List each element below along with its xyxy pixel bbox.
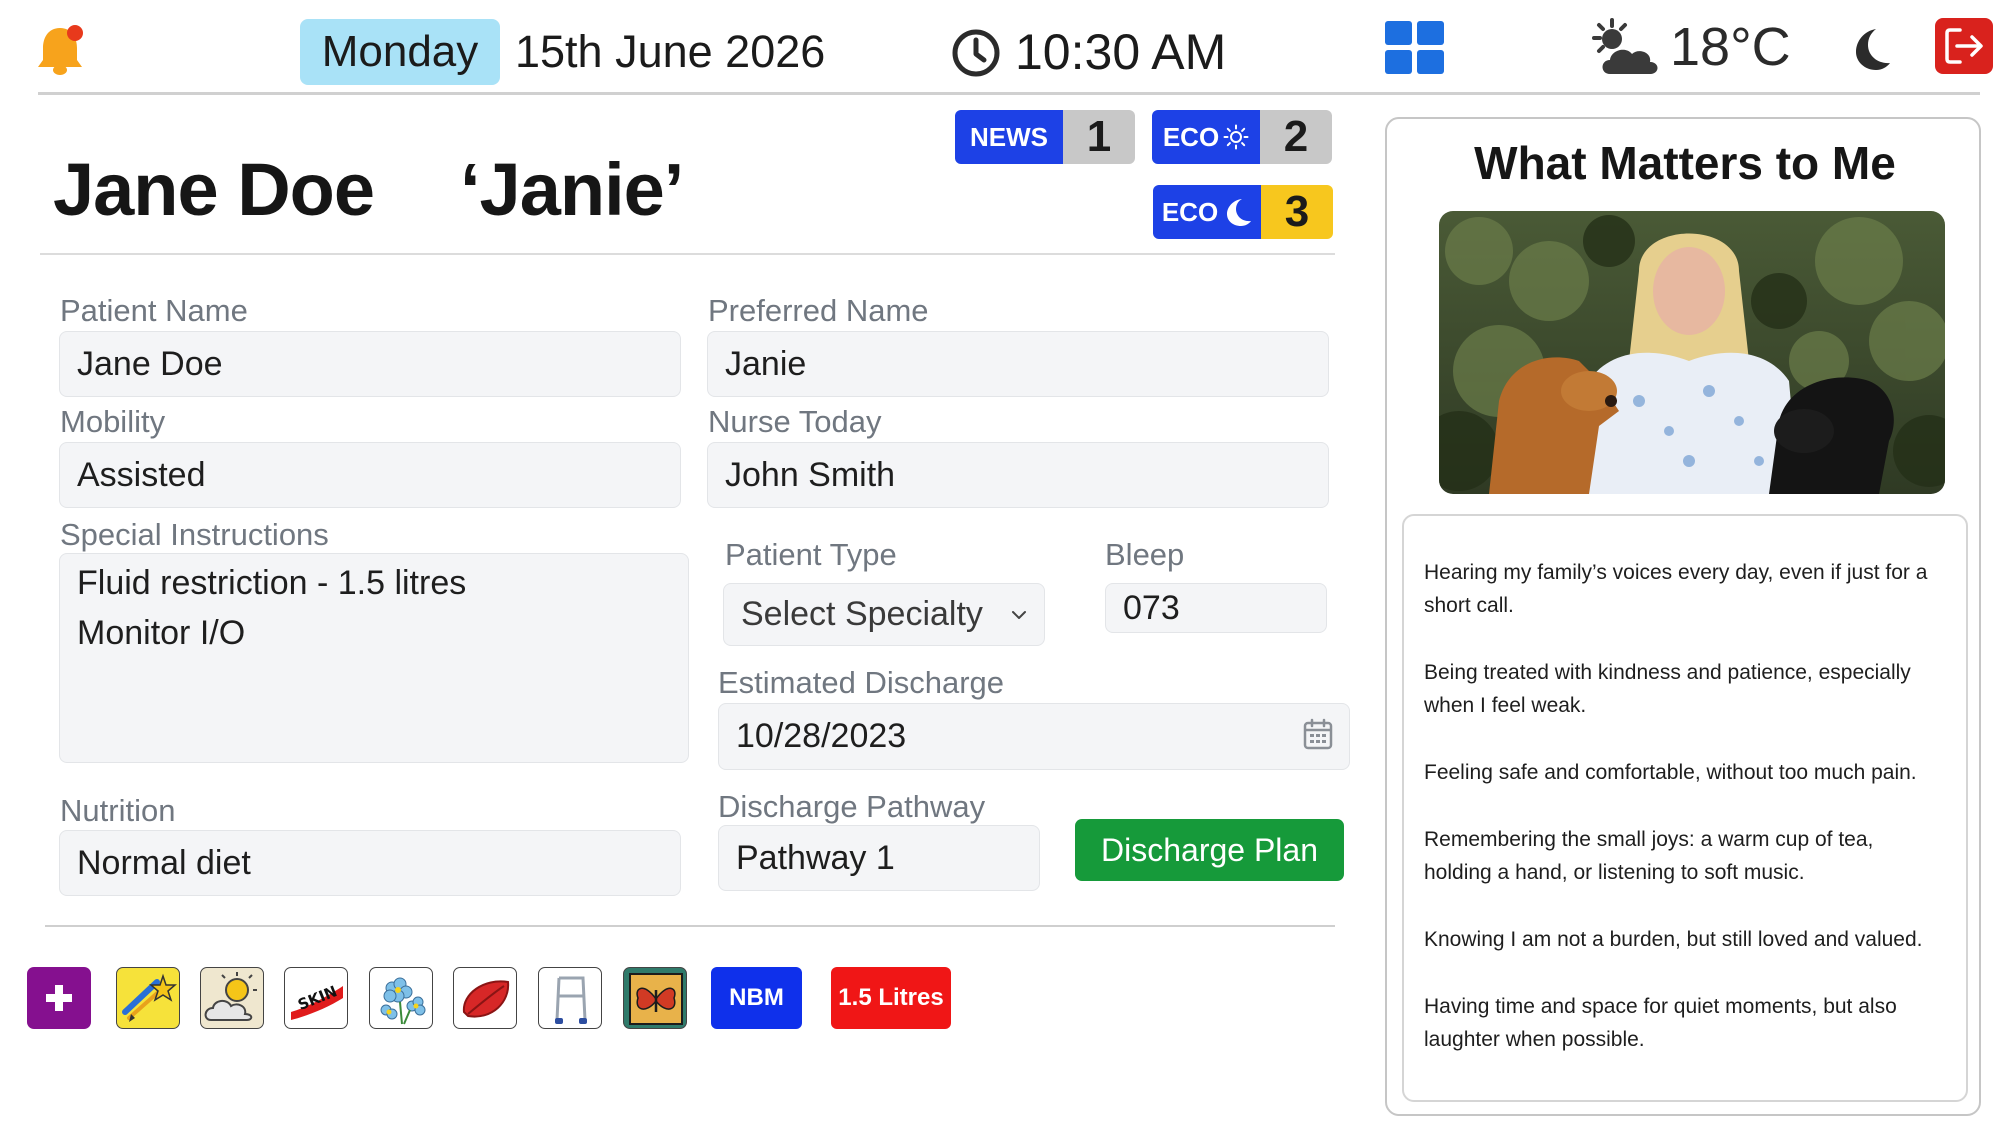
- eco-day-label-wrap: ECO: [1152, 110, 1260, 164]
- nbm-button[interactable]: NBM: [711, 967, 802, 1029]
- eco-night-value: 3: [1261, 185, 1333, 239]
- header-divider: [40, 253, 1335, 255]
- list-item: Feeling safe and comfortable, without to…: [1424, 761, 1917, 784]
- news-label: NEWS: [955, 110, 1063, 164]
- patient-nickname-title: ‘Janie’: [460, 148, 684, 231]
- moon-icon[interactable]: [1848, 26, 1894, 72]
- eco-night-label: ECO: [1161, 196, 1219, 227]
- patient-name-label: Patient Name: [60, 293, 248, 328]
- skin-icon[interactable]: SKIN: [284, 967, 348, 1029]
- special-instructions-field[interactable]: Fluid restriction - 1.5 litres Monitor I…: [59, 553, 689, 763]
- date-text: 15th June 2026: [515, 26, 826, 77]
- list-item: Remembering the small joys: a warm cup o…: [1424, 828, 1874, 884]
- discharge-pathway-field[interactable]: Pathway 1: [718, 825, 1040, 891]
- forget-me-not-icon[interactable]: [369, 967, 433, 1029]
- eco-day-score-badge[interactable]: ECO 2: [1152, 110, 1332, 164]
- form-divider: [45, 925, 1335, 927]
- nutrition-label: Nutrition: [60, 793, 176, 828]
- sun-cloud-icon[interactable]: [200, 967, 264, 1029]
- patient-type-select[interactable]: Select Specialty: [723, 583, 1045, 646]
- shooting-star-icon[interactable]: [116, 967, 180, 1029]
- special-instructions-label: Special Instructions: [60, 517, 329, 552]
- clock-icon: [950, 27, 1002, 79]
- mobility-label: Mobility: [60, 404, 166, 439]
- fluid-litres-button[interactable]: 1.5 Litres: [831, 967, 951, 1029]
- news-value: 1: [1063, 110, 1135, 164]
- what-matters-panel: What Matters to Me Hearing my family’s v…: [1385, 117, 1981, 1116]
- add-icon: [46, 985, 72, 1011]
- nutrition-field[interactable]: Normal diet: [59, 830, 681, 896]
- list-item: Being treated with kindness and patience…: [1424, 661, 1911, 717]
- logout-icon: [1945, 28, 1983, 64]
- grid-icon[interactable]: [1385, 21, 1445, 75]
- estimated-discharge-value: 10/28/2023: [736, 717, 907, 755]
- news-score-badge[interactable]: NEWS 1: [955, 110, 1135, 164]
- bleep-label: Bleep: [1105, 537, 1185, 572]
- list-item: Having time and space for quiet moments,…: [1424, 995, 1897, 1051]
- red-leaf-icon[interactable]: [453, 967, 517, 1029]
- discharge-plan-button[interactable]: Discharge Plan: [1075, 819, 1344, 881]
- estimated-discharge-field[interactable]: 10/28/2023: [718, 703, 1350, 770]
- eco-day-value: 2: [1260, 110, 1332, 164]
- sun-icon: [1223, 124, 1249, 150]
- eco-night-label-wrap: ECO: [1153, 185, 1261, 239]
- topbar-divider: [38, 92, 1980, 95]
- calendar-icon[interactable]: [1303, 718, 1333, 750]
- what-matters-title: What Matters to Me: [1474, 137, 1896, 189]
- nurse-today-field[interactable]: John Smith: [707, 442, 1329, 508]
- top-bar: Monday 15th June 2026 10:30 AM 18°C: [0, 0, 2001, 96]
- time-text: 10:30 AM: [1015, 24, 1227, 80]
- patient-type-label: Patient Type: [725, 537, 897, 572]
- special-instructions-line: Monitor I/O: [77, 614, 246, 652]
- patient-name-field[interactable]: Jane Doe: [59, 331, 681, 397]
- chevron-down-icon: [1012, 610, 1026, 619]
- butterfly-icon[interactable]: [623, 967, 687, 1029]
- logout-button[interactable]: [1935, 18, 1993, 74]
- add-button[interactable]: [27, 967, 91, 1029]
- eco-night-score-badge[interactable]: ECO 3: [1153, 185, 1333, 239]
- temperature-text: 18°C: [1670, 17, 1791, 77]
- mobility-field[interactable]: Assisted: [59, 442, 681, 508]
- list-item: Hearing my family’s voices every day, ev…: [1424, 561, 1928, 617]
- eco-day-label: ECO: [1162, 121, 1220, 152]
- preferred-name-label: Preferred Name: [708, 293, 929, 328]
- patient-type-value: Select Specialty: [741, 595, 983, 633]
- list-item: Knowing I am not a burden, but still lov…: [1424, 928, 1923, 951]
- discharge-pathway-label: Discharge Pathway: [718, 789, 986, 824]
- moon-small-icon: [1227, 199, 1252, 226]
- bell-icon[interactable]: [34, 24, 86, 78]
- day-pill: Monday: [300, 19, 500, 85]
- preferred-name-field[interactable]: Janie: [707, 331, 1329, 397]
- what-matters-list: Hearing my family’s voices every day, ev…: [1402, 514, 1968, 1102]
- estimated-discharge-label: Estimated Discharge: [718, 665, 1005, 700]
- nurse-today-label: Nurse Today: [708, 404, 882, 439]
- bleep-field[interactable]: 073: [1105, 583, 1327, 633]
- patient-photo: [1439, 211, 1945, 494]
- patient-name-title: Jane Doe: [53, 148, 375, 231]
- walking-frame-icon[interactable]: [538, 967, 602, 1029]
- special-instructions-line: Fluid restriction - 1.5 litres: [77, 564, 467, 602]
- weather-sun-cloud-icon: [1588, 18, 1664, 80]
